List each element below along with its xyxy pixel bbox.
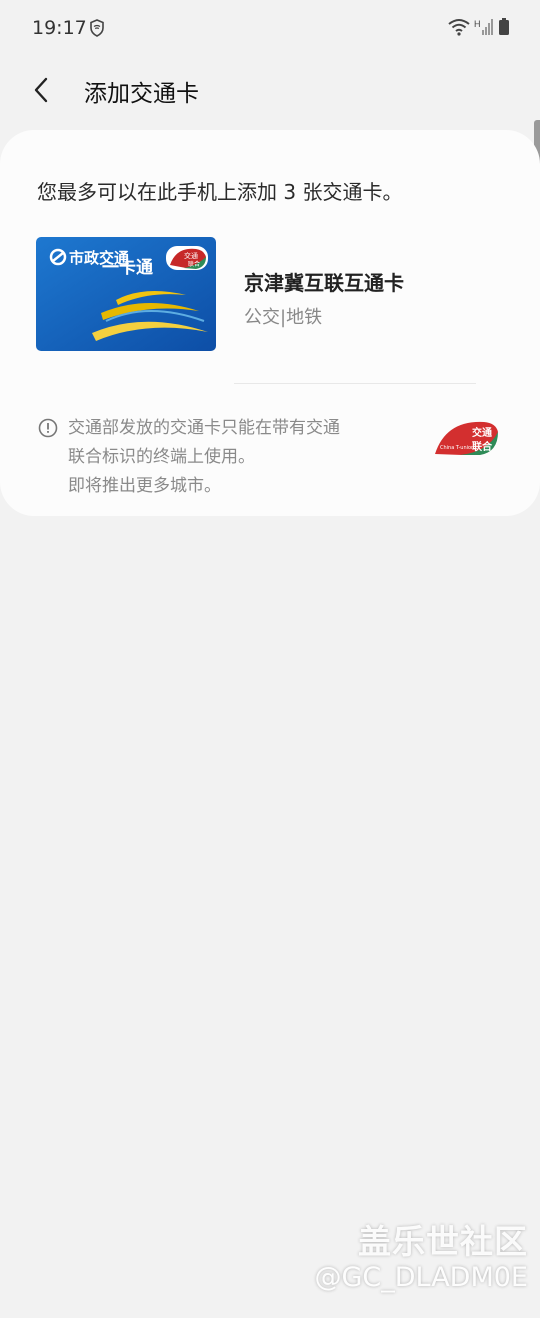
card-type: 公交|地铁 bbox=[244, 307, 323, 328]
back-button[interactable] bbox=[22, 70, 62, 110]
status-icons: H bbox=[448, 18, 510, 36]
divider bbox=[234, 383, 476, 384]
notice-line-2: 联合标识的终端上使用。 bbox=[68, 447, 255, 467]
transit-card-panel: 您最多可以在此手机上添加 3 张交通卡。 市政交通 一卡通 交通 联合 京津冀互… bbox=[0, 130, 540, 516]
notice-line-1: 交通部发放的交通卡只能在带有交通 bbox=[68, 418, 340, 438]
watermark-user: @GC_DLADM0E bbox=[314, 1262, 528, 1293]
wifi-icon bbox=[448, 19, 470, 36]
transit-card-item[interactable]: 市政交通 一卡通 交通 联合 京津冀互联互通卡 公交|地铁 bbox=[36, 237, 506, 353]
card-name: 京津冀互联互通卡 bbox=[244, 271, 404, 295]
status-time: 19:17 bbox=[32, 17, 87, 39]
tunion-logo: 交通 联合 China T-union bbox=[435, 421, 498, 455]
svg-text:联合: 联合 bbox=[188, 260, 200, 268]
vpn-shield-icon bbox=[90, 19, 104, 37]
battery-icon bbox=[499, 18, 509, 35]
svg-text:China T-union: China T-union bbox=[440, 445, 474, 451]
watermark-title: 盖乐世社区 bbox=[358, 1222, 528, 1261]
network-type-label: H bbox=[474, 19, 481, 29]
status-bar: 19:17 H bbox=[0, 0, 540, 56]
transit-card-image: 市政交通 一卡通 交通 联合 bbox=[36, 237, 216, 351]
chevron-left-icon bbox=[34, 77, 48, 103]
page-title: 添加交通卡 bbox=[84, 81, 199, 107]
card-product-text: 一卡通 bbox=[102, 257, 153, 278]
info-icon bbox=[38, 418, 58, 438]
svg-text:联合: 联合 bbox=[472, 440, 493, 453]
card-limit-text: 您最多可以在此手机上添加 3 张交通卡。 bbox=[37, 180, 403, 204]
svg-text:交通: 交通 bbox=[472, 426, 492, 439]
app-header: 添加交通卡 bbox=[0, 56, 540, 122]
cellular-signal-icon: H bbox=[474, 19, 493, 35]
yikatong-card-art: 市政交通 一卡通 交通 联合 bbox=[36, 237, 216, 351]
notice-text: 交通部发放的交通卡只能在带有交通 联合标识的终端上使用。 即将推出更多城市。 bbox=[68, 414, 408, 501]
svg-text:交通: 交通 bbox=[184, 251, 198, 260]
notice-line-3: 即将推出更多城市。 bbox=[68, 476, 221, 496]
